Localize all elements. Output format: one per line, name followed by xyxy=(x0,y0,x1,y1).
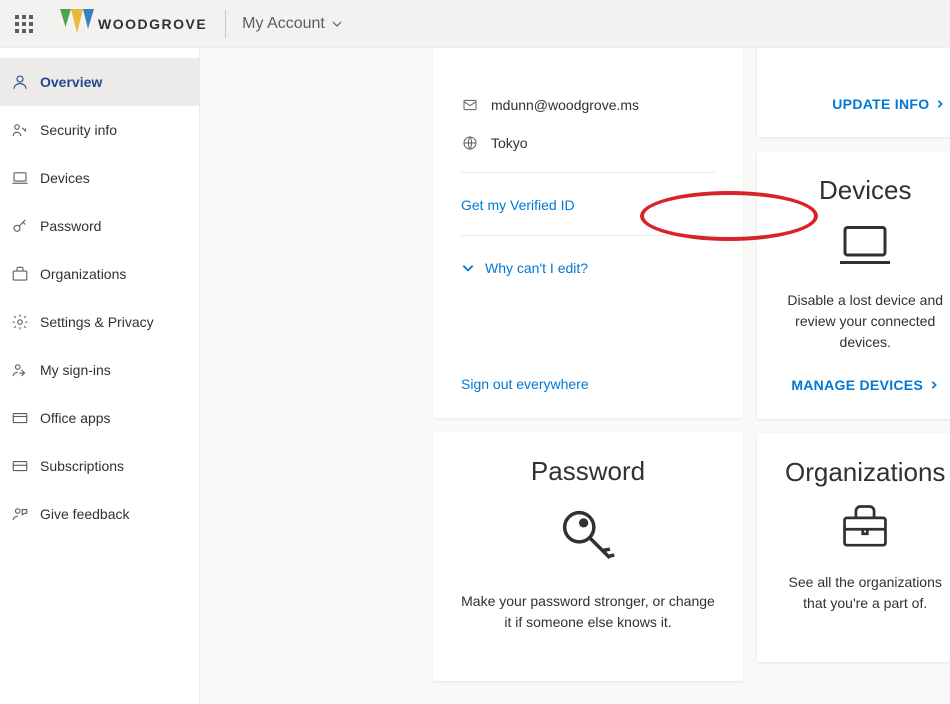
sidebar-item-organizations[interactable]: Organizations xyxy=(0,250,199,298)
key-large-icon xyxy=(461,501,715,571)
sidebar-item-my-signins[interactable]: My sign-ins xyxy=(0,346,199,394)
chevron-down-icon xyxy=(461,261,475,275)
divider xyxy=(225,10,226,38)
key-icon xyxy=(10,216,30,236)
laptop-large-icon xyxy=(785,220,945,270)
manage-devices-link[interactable]: MANAGE DEVICES xyxy=(791,377,939,393)
profile-card: mdunn@woodgrove.ms Tokyo Get my Verified… xyxy=(433,48,743,418)
sign-out-everywhere-link[interactable]: Sign out everywhere xyxy=(461,376,589,392)
card-title: Password xyxy=(461,456,715,487)
sidebar-item-security-info[interactable]: Security info xyxy=(0,106,199,154)
sidebar-item-password[interactable]: Password xyxy=(0,202,199,250)
key-user-icon xyxy=(10,120,30,140)
app-launcher[interactable] xyxy=(0,0,48,48)
divider xyxy=(461,235,715,236)
apps-icon xyxy=(10,408,30,428)
sidebar-item-label: Office apps xyxy=(40,410,111,426)
update-info-link[interactable]: UPDATE INFO xyxy=(832,96,945,112)
sidebar-item-label: Give feedback xyxy=(40,506,130,522)
sidebar-item-label: Security info xyxy=(40,122,117,138)
brand-logo-icon xyxy=(60,9,94,39)
sidebar-item-label: Password xyxy=(40,218,101,234)
main: mdunn@woodgrove.ms Tokyo Get my Verified… xyxy=(200,48,950,704)
email-row: mdunn@woodgrove.ms xyxy=(461,96,715,114)
location-row: Tokyo xyxy=(461,134,715,152)
card-description: See all the organizations that you're a … xyxy=(785,572,945,614)
sidebar-item-label: Organizations xyxy=(40,266,126,282)
update-info-label: UPDATE INFO xyxy=(832,96,929,112)
sidebar-item-label: Overview xyxy=(40,74,102,90)
sidebar: Overview Security info Devices Password … xyxy=(0,48,200,704)
laptop-icon xyxy=(10,168,30,188)
gear-icon xyxy=(10,312,30,332)
email-value: mdunn@woodgrove.ms xyxy=(491,97,639,113)
page-title-dropdown[interactable]: My Account xyxy=(232,15,353,33)
waffle-icon xyxy=(15,15,33,33)
sidebar-item-office-apps[interactable]: Office apps xyxy=(0,394,199,442)
globe-icon xyxy=(461,134,479,152)
card-title: Devices xyxy=(785,175,945,206)
card-description: Make your password stronger, or change i… xyxy=(461,591,715,633)
card-description: Disable a lost device and review your co… xyxy=(785,290,945,353)
user-icon xyxy=(10,72,30,92)
location-value: Tokyo xyxy=(491,135,528,151)
signin-icon xyxy=(10,360,30,380)
card-title: Organizations xyxy=(785,457,945,488)
update-info-card: UPDATE INFO xyxy=(757,48,950,137)
sidebar-item-label: Subscriptions xyxy=(40,458,124,474)
topbar: WOODGROVE My Account xyxy=(0,0,950,48)
get-verified-id-link[interactable]: Get my Verified ID xyxy=(461,197,575,213)
sidebar-item-label: Settings & Privacy xyxy=(40,314,154,330)
briefcase-large-icon xyxy=(785,502,945,552)
sidebar-item-overview[interactable]: Overview xyxy=(0,58,199,106)
feedback-icon xyxy=(10,504,30,524)
sidebar-item-subscriptions[interactable]: Subscriptions xyxy=(0,442,199,490)
sidebar-item-give-feedback[interactable]: Give feedback xyxy=(0,490,199,538)
briefcase-icon xyxy=(10,264,30,284)
organizations-card: Organizations See all the organizations … xyxy=(757,433,950,662)
brand-text: WOODGROVE xyxy=(98,16,207,32)
sidebar-item-settings-privacy[interactable]: Settings & Privacy xyxy=(0,298,199,346)
sidebar-item-label: My sign-ins xyxy=(40,362,111,378)
why-cant-i-edit-link[interactable]: Why can't I edit? xyxy=(461,260,715,276)
sidebar-item-label: Devices xyxy=(40,170,90,186)
devices-card: Devices Disable a lost device and review… xyxy=(757,151,950,419)
chevron-down-icon xyxy=(331,18,343,30)
chevron-right-icon xyxy=(935,99,945,109)
brand[interactable]: WOODGROVE xyxy=(48,9,219,39)
sidebar-item-devices[interactable]: Devices xyxy=(0,154,199,202)
page-title: My Account xyxy=(242,15,325,33)
divider xyxy=(461,172,715,173)
why-cant-i-edit-label: Why can't I edit? xyxy=(485,260,588,276)
chevron-right-icon xyxy=(929,380,939,390)
manage-devices-label: MANAGE DEVICES xyxy=(791,377,923,393)
card-icon xyxy=(10,456,30,476)
mail-icon xyxy=(461,96,479,114)
password-card: Password Make your password stronger, or… xyxy=(433,432,743,681)
